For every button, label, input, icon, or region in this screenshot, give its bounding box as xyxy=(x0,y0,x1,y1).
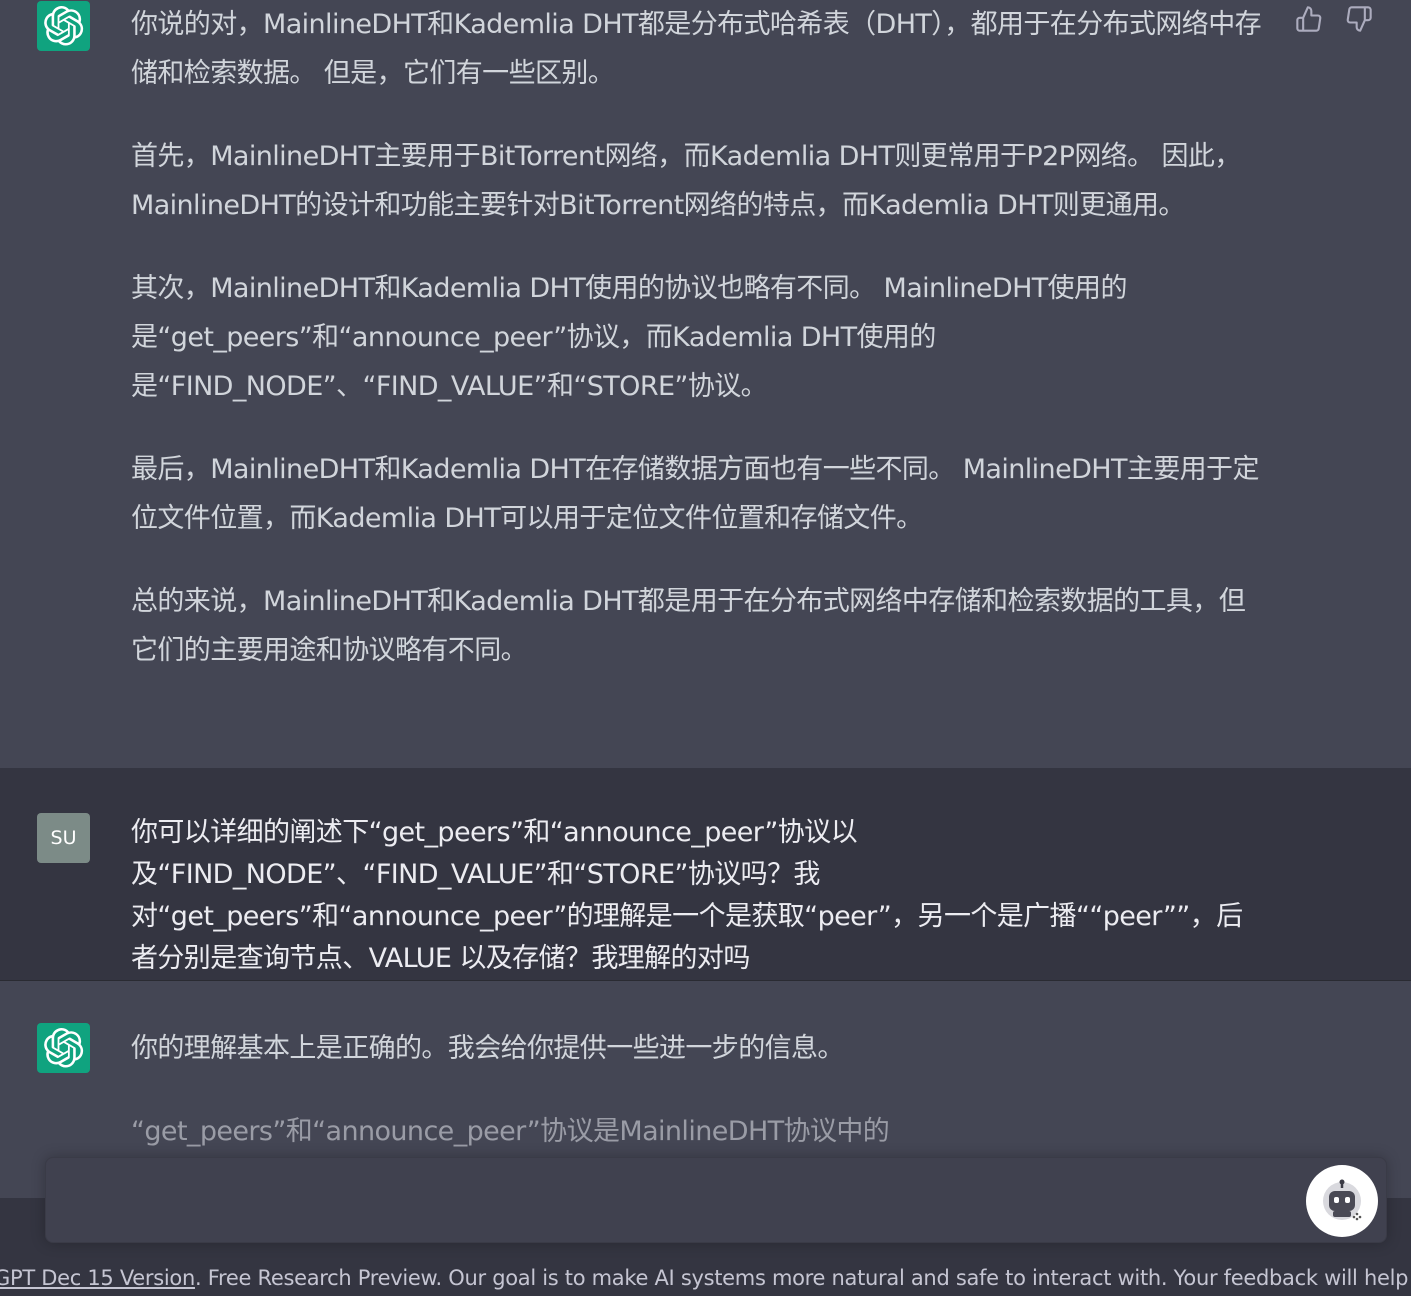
assistant-message: 你说的对，MainlineDHT和Kademlia DHT都是分布式哈希表（DH… xyxy=(0,0,1411,768)
user-avatar: SU xyxy=(37,813,90,863)
thumbs-down-icon[interactable] xyxy=(1345,4,1373,34)
message-paragraph: 最后，MainlineDHT和Kademlia DHT在存储数据方面也有一些不同… xyxy=(131,454,1259,534)
footer-text: . Free Research Preview. Our goal is to … xyxy=(194,1266,1411,1290)
assistant-message-content: 你的理解基本上是正确的。我会给你提供一些进一步的信息。 “get_peers”和… xyxy=(131,1024,1271,1156)
message-input[interactable] xyxy=(45,1157,1387,1243)
message-paragraph: 总的来说，MainlineDHT和Kademlia DHT都是用于在分布式网络中… xyxy=(131,586,1246,666)
assistant-message-content: 你说的对，MainlineDHT和Kademlia DHT都是分布式哈希表（DH… xyxy=(131,0,1271,675)
openai-logo-icon xyxy=(37,1023,90,1073)
footer: GPT Dec 15 Version. Free Research Previe… xyxy=(0,1266,1411,1296)
message-paragraph: 首先，MainlineDHT主要用于BitTorrent网络，而Kademlia… xyxy=(131,141,1241,221)
message-paragraph: “get_peers”和“announce_peer”协议是MainlineDH… xyxy=(131,1116,890,1147)
feedback-buttons xyxy=(1295,4,1373,34)
message-paragraph: 其次，MainlineDHT和Kademlia DHT使用的协议也略有不同。 M… xyxy=(131,273,1127,402)
message-paragraph: 你的理解基本上是正确的。我会给你提供一些进一步的信息。 xyxy=(131,1033,844,1064)
user-message-content: 你可以详细的阐述下“get_peers”和“announce_peer”协议以及… xyxy=(131,812,1266,980)
thumbs-up-icon[interactable] xyxy=(1295,4,1323,34)
openai-logo-icon xyxy=(37,1,90,51)
chat-page: 你说的对，MainlineDHT和Kademlia DHT都是分布式哈希表（DH… xyxy=(0,0,1411,1296)
message-paragraph: 你可以详细的阐述下“get_peers”和“announce_peer”协议以及… xyxy=(131,817,1243,974)
version-link[interactable]: GPT Dec 15 Version xyxy=(0,1266,195,1290)
message-paragraph: 你说的对，MainlineDHT和Kademlia DHT都是分布式哈希表（DH… xyxy=(131,9,1262,89)
robot-icon[interactable] xyxy=(1306,1165,1378,1237)
user-message: SU 你可以详细的阐述下“get_peers”和“announce_peer”协… xyxy=(0,768,1411,981)
